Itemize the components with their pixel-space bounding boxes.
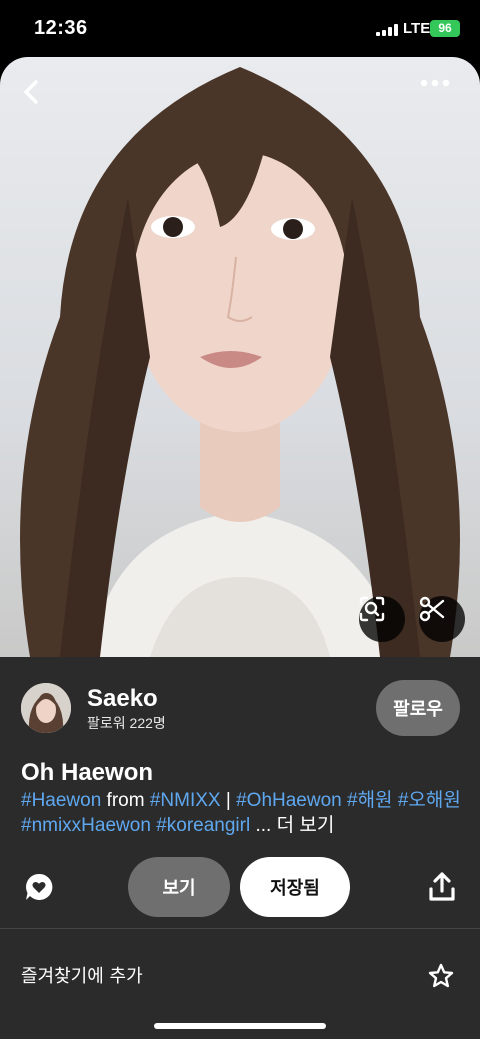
more-button[interactable] xyxy=(420,79,464,115)
more-link[interactable]: ... 더 보기 xyxy=(250,815,334,836)
add-to-favorites-label: 즐겨찾기에 추가 xyxy=(21,966,143,987)
view-button[interactable]: 보기 xyxy=(128,857,230,917)
desc-text: | xyxy=(220,790,237,811)
share-button[interactable] xyxy=(426,870,458,904)
hashtag-link[interactable]: #오해원 xyxy=(398,790,461,811)
saved-button[interactable]: 저장됨 xyxy=(240,857,350,917)
star-icon[interactable] xyxy=(428,963,454,989)
hashtag-link[interactable]: #Haewon xyxy=(21,790,101,811)
network-label: LTE xyxy=(403,20,431,37)
scissors-icon xyxy=(419,596,445,622)
pin-description: #Haewon from #NMIXX | #OhHaewon #해원 #오해원… xyxy=(21,788,466,838)
username[interactable]: Saeko xyxy=(87,685,158,713)
back-button[interactable] xyxy=(20,79,56,115)
follower-count: 팔로워 222명 xyxy=(87,715,166,731)
hashtag-link[interactable]: #OhHaewon xyxy=(236,790,342,811)
add-to-favorites-row[interactable]: 즐겨찾기에 추가 xyxy=(0,929,480,1023)
visual-search-icon xyxy=(359,596,385,622)
visual-search-button[interactable] xyxy=(359,596,405,642)
follow-button[interactable]: 팔로우 xyxy=(376,680,460,736)
hashtag-link[interactable]: #NMIXX xyxy=(150,790,221,811)
pin-details-panel: Saeko 팔로워 222명 팔로우 Oh Haewon #Haewon fro… xyxy=(0,657,480,1039)
cutout-button[interactable] xyxy=(419,596,465,642)
status-time: 12:36 xyxy=(34,17,88,39)
pin-image[interactable] xyxy=(0,57,480,657)
desc-text: from xyxy=(101,790,150,811)
share-icon xyxy=(429,872,455,901)
battery-icon: 96 xyxy=(430,20,460,37)
pin-title: Oh Haewon xyxy=(21,759,154,786)
status-bar: 12:36 LTE 96 xyxy=(0,0,480,56)
portrait-illustration xyxy=(20,67,460,657)
avatar[interactable] xyxy=(21,683,71,733)
signal-icon xyxy=(376,24,398,36)
back-icon xyxy=(24,80,38,104)
more-icon xyxy=(420,79,450,87)
hashtag-link[interactable]: #해원 xyxy=(347,790,393,811)
home-indicator xyxy=(154,1023,326,1029)
hashtag-link[interactable]: #nmixxHaewon xyxy=(21,815,151,836)
hashtag-link[interactable]: #koreangirl xyxy=(156,815,250,836)
comment-icon xyxy=(26,873,53,900)
comment-button[interactable] xyxy=(22,870,56,904)
